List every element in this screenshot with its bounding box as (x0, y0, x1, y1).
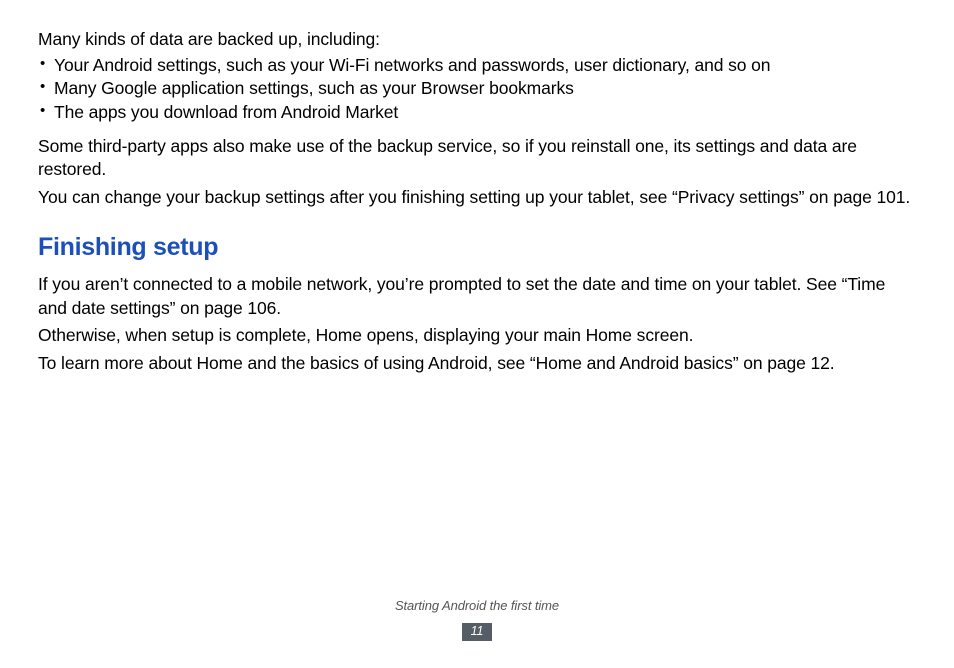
body-paragraph: Some third-party apps also make use of t… (38, 135, 916, 182)
page-number-badge: 11 (462, 623, 493, 641)
page-content: Many kinds of data are backed up, includ… (38, 28, 916, 376)
list-item: Your Android settings, such as your Wi-F… (38, 54, 916, 78)
footer-chapter-caption: Starting Android the first time (0, 597, 954, 615)
backup-types-list: Your Android settings, such as your Wi-F… (38, 54, 916, 125)
page-footer: Starting Android the first time 11 (0, 597, 954, 642)
body-paragraph: If you aren’t connected to a mobile netw… (38, 273, 916, 320)
intro-paragraph: Many kinds of data are backed up, includ… (38, 28, 916, 52)
body-paragraph: To learn more about Home and the basics … (38, 352, 916, 376)
body-paragraph: You can change your backup settings afte… (38, 186, 916, 210)
body-paragraph: Otherwise, when setup is complete, Home … (38, 324, 916, 348)
section-heading-finishing-setup: Finishing setup (38, 231, 916, 265)
list-item: The apps you download from Android Marke… (38, 101, 916, 125)
list-item: Many Google application settings, such a… (38, 77, 916, 101)
